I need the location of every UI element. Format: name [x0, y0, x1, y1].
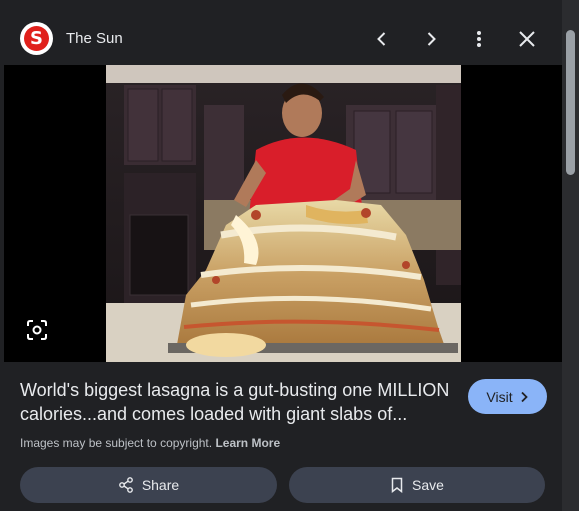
result-title-line-2: calories...and comes loaded with giant s…: [20, 404, 408, 424]
more-vert-icon: [477, 31, 481, 47]
sun-logo-mark: S: [24, 26, 49, 51]
visit-button[interactable]: Visit: [468, 379, 547, 414]
result-title-line-1: World's biggest lasagna is a gut-busting…: [20, 380, 450, 400]
close-icon: [519, 31, 535, 47]
more-options-button[interactable]: [466, 26, 492, 52]
chevron-left-icon: [377, 32, 386, 46]
source-logo[interactable]: S: [20, 22, 53, 55]
share-button[interactable]: Share: [20, 467, 277, 503]
result-title[interactable]: World's biggest lasagna is a gut-busting…: [20, 378, 460, 426]
next-button[interactable]: [418, 26, 444, 52]
close-button[interactable]: [514, 26, 540, 52]
bookmark-icon: [391, 477, 403, 493]
chevron-right-icon: [520, 391, 528, 402]
learn-more-link[interactable]: Learn More: [215, 436, 280, 450]
share-icon: [118, 477, 133, 493]
copyright-notice: Images may be subject to copyright. Lear…: [20, 436, 280, 450]
save-label: Save: [412, 477, 444, 493]
copyright-text: Images may be subject to copyright.: [20, 436, 213, 450]
share-label: Share: [141, 477, 180, 493]
previous-button[interactable]: [369, 26, 395, 52]
chevron-right-icon: [427, 32, 436, 46]
source-name[interactable]: The Sun: [66, 30, 123, 47]
save-button[interactable]: Save: [289, 467, 545, 503]
lens-icon: [27, 320, 47, 340]
google-lens-button[interactable]: [24, 317, 50, 343]
image-preview[interactable]: [4, 65, 562, 362]
scrollbar-thumb[interactable]: [566, 30, 575, 175]
visit-label: Visit: [486, 388, 513, 405]
lasagna-photo: [106, 65, 461, 362]
